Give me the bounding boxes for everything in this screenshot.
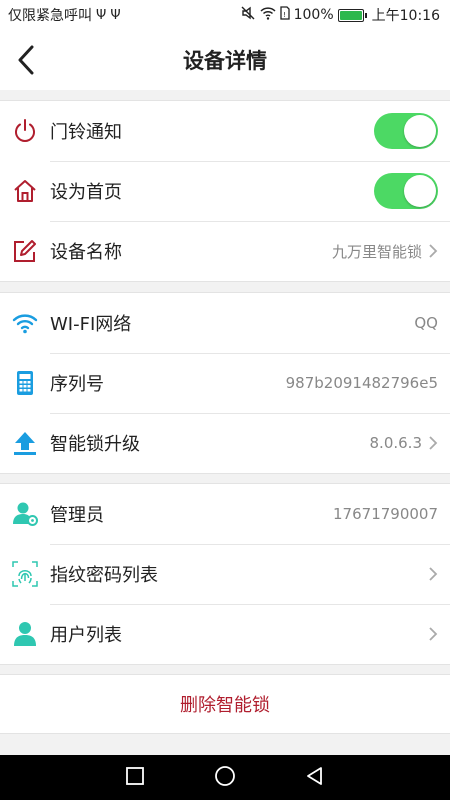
circle-icon: [215, 765, 235, 786]
row-user-list[interactable]: 用户列表: [0, 604, 450, 664]
row-label: WI-FI网络: [50, 314, 132, 335]
triangle-back-icon: [307, 766, 323, 785]
wifi-status-icon: [260, 6, 276, 24]
settings-group-users: 管理员 17671790007 指纹密码列表 用户列表: [0, 483, 450, 665]
firmware-version-value: 8.0.6.3: [369, 434, 422, 452]
chevron-right-icon: [428, 566, 438, 582]
settings-group-device: 门铃通知 设为首页 设备名称 九万里智能锁: [0, 100, 450, 282]
mute-icon: [240, 5, 256, 25]
row-label: 用户列表: [50, 625, 122, 646]
delete-lock-button[interactable]: 删除智能锁: [0, 674, 450, 734]
row-label: 设为首页: [50, 182, 122, 203]
row-set-homepage: 设为首页: [0, 161, 450, 221]
row-label: 序列号: [50, 374, 104, 395]
edit-icon: [12, 238, 38, 264]
toggle-knob: [404, 175, 436, 207]
row-doorbell-notification: 门铃通知: [0, 101, 450, 161]
system-back-button[interactable]: [305, 766, 325, 790]
row-fingerprint-password-list[interactable]: 指纹密码列表: [0, 544, 450, 604]
toggle-knob: [404, 115, 436, 147]
row-serial-number: 序列号 987b2091482796e5: [0, 353, 450, 413]
serial-number-value: 987b2091482796e5: [285, 374, 438, 392]
power-icon: [12, 118, 38, 144]
row-wifi-network: WI-FI网络 QQ: [0, 293, 450, 353]
status-bar: 仅限紧急呼叫 Ψ Ψ ! 100% 上午10:16: [0, 0, 450, 30]
back-button[interactable]: [8, 42, 44, 78]
wifi-icon: [12, 310, 38, 336]
clock: 上午10:16: [371, 8, 440, 24]
delete-lock-label: 删除智能锁: [180, 695, 270, 716]
serial-icon: [12, 370, 38, 396]
admin-icon: [12, 501, 38, 527]
svg-text:!: !: [283, 11, 286, 19]
chevron-right-icon: [428, 435, 438, 451]
home-button[interactable]: [214, 765, 236, 791]
chevron-right-icon: [428, 626, 438, 642]
carrier-text: 仅限紧急呼叫: [8, 8, 92, 24]
system-nav-bar: [0, 755, 450, 800]
chevron-right-icon: [428, 243, 438, 259]
fingerprint-icon: [12, 561, 38, 587]
row-label: 指纹密码列表: [50, 565, 158, 586]
usb-icon: Ψ Ψ: [96, 7, 121, 23]
recent-apps-button[interactable]: [125, 766, 145, 790]
top-nav: 设备详情: [0, 30, 450, 90]
battery-percent: 100%: [293, 7, 334, 23]
set-homepage-toggle[interactable]: [374, 173, 438, 209]
administrator-value: 17671790007: [333, 505, 438, 523]
row-device-name[interactable]: 设备名称 九万里智能锁: [0, 221, 450, 281]
settings-group-network: WI-FI网络 QQ 序列号 987b2091482796e5 智能锁升级 8.…: [0, 292, 450, 474]
row-label: 智能锁升级: [50, 434, 140, 455]
row-administrator: 管理员 17671790007: [0, 484, 450, 544]
row-lock-upgrade[interactable]: 智能锁升级 8.0.6.3: [0, 413, 450, 473]
wifi-network-value: QQ: [414, 314, 438, 332]
sim-icon: !: [279, 6, 290, 24]
device-name-value: 九万里智能锁: [331, 242, 422, 261]
doorbell-notification-toggle[interactable]: [374, 113, 438, 149]
user-icon: [12, 621, 38, 647]
row-label: 管理员: [50, 505, 104, 526]
home-icon: [12, 178, 38, 204]
square-icon: [125, 766, 144, 785]
upgrade-icon: [12, 430, 38, 456]
row-label: 门铃通知: [50, 122, 122, 143]
chevron-left-icon: [18, 45, 34, 75]
row-label: 设备名称: [50, 242, 122, 263]
page-title: 设备详情: [183, 49, 267, 73]
battery-icon: [337, 8, 367, 22]
